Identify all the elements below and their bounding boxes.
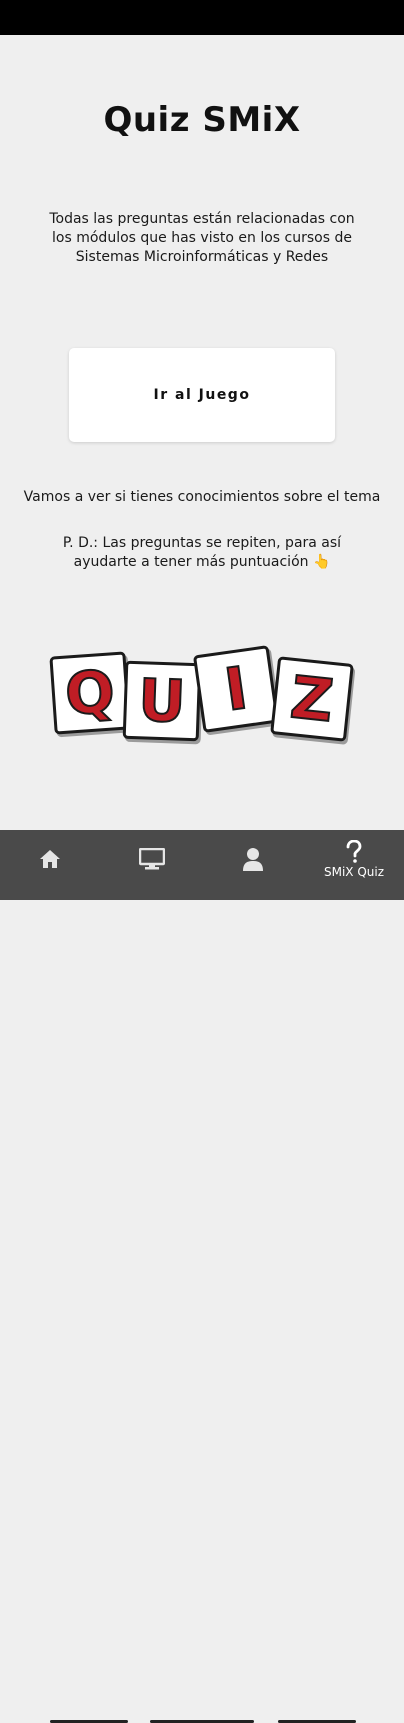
quiz-tile-z: Z: [270, 656, 354, 742]
nav-label-smix-quiz: SMiX Quiz: [323, 864, 385, 879]
nav-computer[interactable]: [122, 830, 182, 888]
quiz-letter: U: [136, 665, 187, 737]
quiz-letter: I: [220, 653, 253, 725]
home-icon: [40, 850, 60, 868]
nav-home[interactable]: [20, 830, 80, 888]
page-title: Quiz SMiX: [103, 100, 301, 140]
quiz-tile-u: U: [122, 660, 202, 742]
person-icon: [243, 848, 263, 871]
intro-text: Todas las preguntas están relacionadas c…: [49, 211, 355, 265]
question-icon: [346, 839, 362, 863]
quiz-letter: Q: [62, 656, 118, 729]
tagline-text: Vamos a ver si tienes conocimientos sobr…: [23, 489, 381, 505]
note-text: P. D.: Las preguntas se repiten, para as…: [62, 535, 342, 570]
bottom-navigation: SMiX Quiz: [0, 830, 404, 1723]
status-bar: [0, 0, 404, 35]
go-to-game-button[interactable]: Ir al Juego: [69, 348, 335, 442]
quiz-tile-q: Q: [49, 651, 131, 735]
monitor-icon: [139, 848, 165, 870]
quiz-letter: Z: [287, 662, 338, 736]
quiz-logo: Q U I Z: [46, 640, 358, 750]
quiz-tile-i: I: [192, 645, 280, 733]
nav-smix-quiz[interactable]: SMiX Quiz: [312, 830, 396, 888]
nav-profile[interactable]: [223, 830, 283, 888]
